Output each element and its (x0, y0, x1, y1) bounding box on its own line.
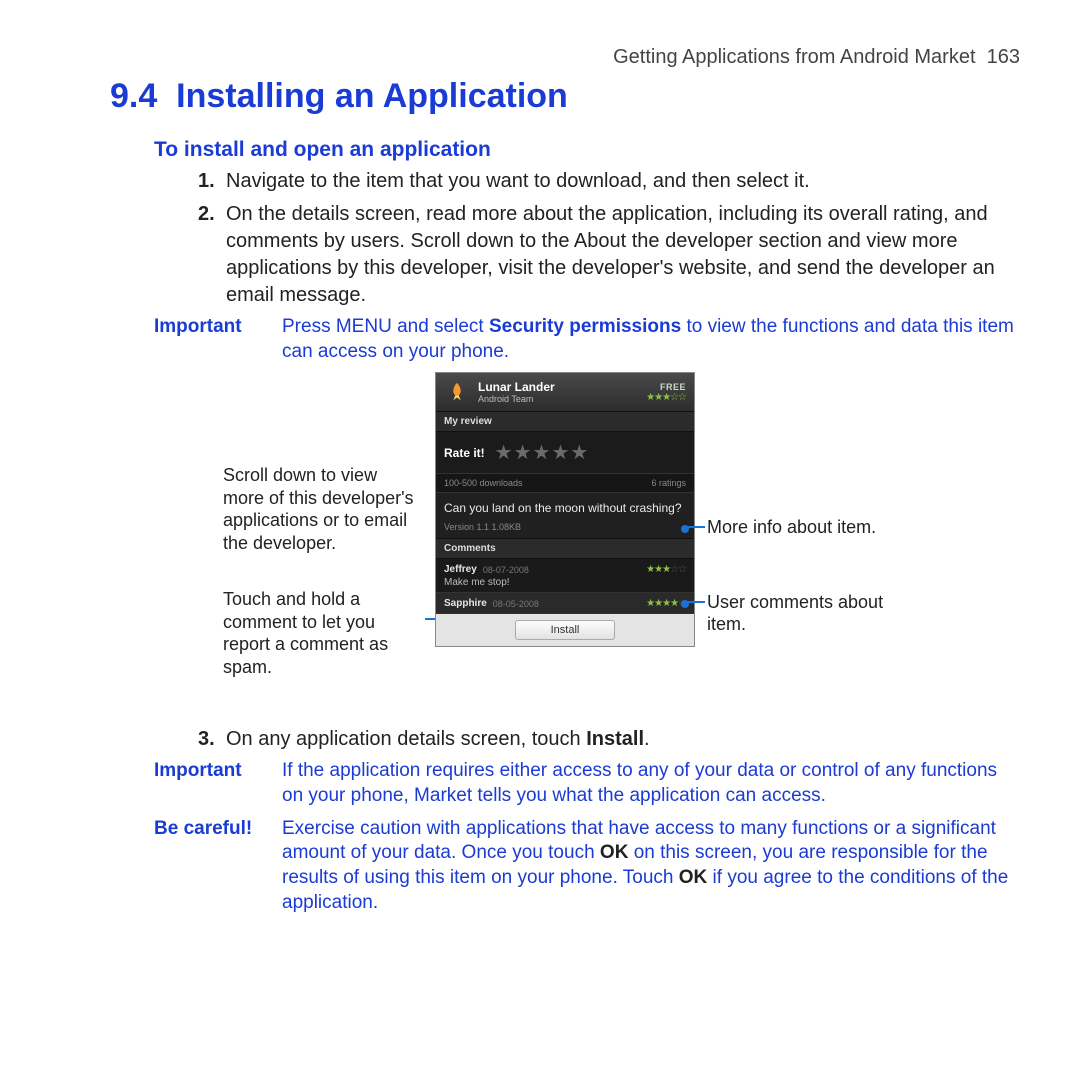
subsection-heading: To install and open an application (154, 138, 1020, 162)
callouts-right: More info about item. User comments abou… (707, 372, 907, 688)
comment-row[interactable]: Jeffrey 08-07-2008 ★★★☆☆ Make me stop! (436, 559, 694, 593)
my-review-header: My review (436, 411, 694, 432)
phone-screenshot: Lunar Lander Android Team FREE ★★★☆☆ My … (435, 372, 695, 647)
figure-app-details: Scroll down to view more of this develop… (110, 372, 1020, 712)
callouts-left: Scroll down to view more of this develop… (223, 372, 423, 712)
app-header: Lunar Lander Android Team FREE ★★★☆☆ (436, 373, 694, 411)
rate-row[interactable]: Rate it! ★★★★★ (436, 432, 694, 473)
star-icon: ★★★☆☆ (646, 564, 686, 575)
step-2: 2. On the details screen, read more abou… (198, 201, 1020, 309)
comments-header: Comments (436, 538, 694, 559)
downloads-row: 100-500 downloads 6 ratings (436, 473, 694, 493)
price-badge: FREE ★★★☆☆ (646, 382, 686, 403)
rating-stars: ★★★☆☆ (646, 392, 686, 403)
developer-name: Android Team (478, 394, 555, 404)
note-be-careful: Be careful! Exercise caution with applic… (154, 817, 1020, 916)
rocket-icon (444, 379, 470, 405)
callout-left-spam: Touch and hold a comment to let you repo… (223, 588, 423, 678)
running-header: Getting Applications from Android Market… (110, 46, 1020, 69)
note-important-1: Important Press MENU and select Security… (154, 315, 1020, 364)
section-title: 9.4 Installing an Application (110, 77, 1020, 116)
step-3: 3. On any application details screen, to… (198, 726, 1020, 753)
page-number: 163 (987, 46, 1020, 68)
version-line: Version 1.1 1.08KB (444, 522, 686, 532)
callout-right-more-info: More info about item. (707, 516, 907, 539)
install-bar: Install (436, 614, 694, 646)
comment-row[interactable]: Sapphire 08-05-2008 ★★★★☆ (436, 593, 694, 614)
header-title: Getting Applications from Android Market (613, 46, 975, 68)
step-1: 1. Navigate to the item that you want to… (198, 168, 1020, 195)
app-name: Lunar Lander (478, 381, 555, 394)
install-button[interactable]: Install (515, 620, 615, 640)
ordered-steps: 1. Navigate to the item that you want to… (198, 168, 1020, 309)
star-icon[interactable]: ★★★★★ (495, 440, 590, 465)
callout-left-scroll: Scroll down to view more of this develop… (223, 464, 423, 554)
note-important-2: Important If the application requires ei… (154, 759, 1020, 808)
callout-right-user-comments: User comments about item. (707, 591, 907, 636)
ordered-steps-continued: 3. On any application details screen, to… (198, 726, 1020, 753)
description-box: Can you land on the moon without crashin… (436, 493, 694, 538)
